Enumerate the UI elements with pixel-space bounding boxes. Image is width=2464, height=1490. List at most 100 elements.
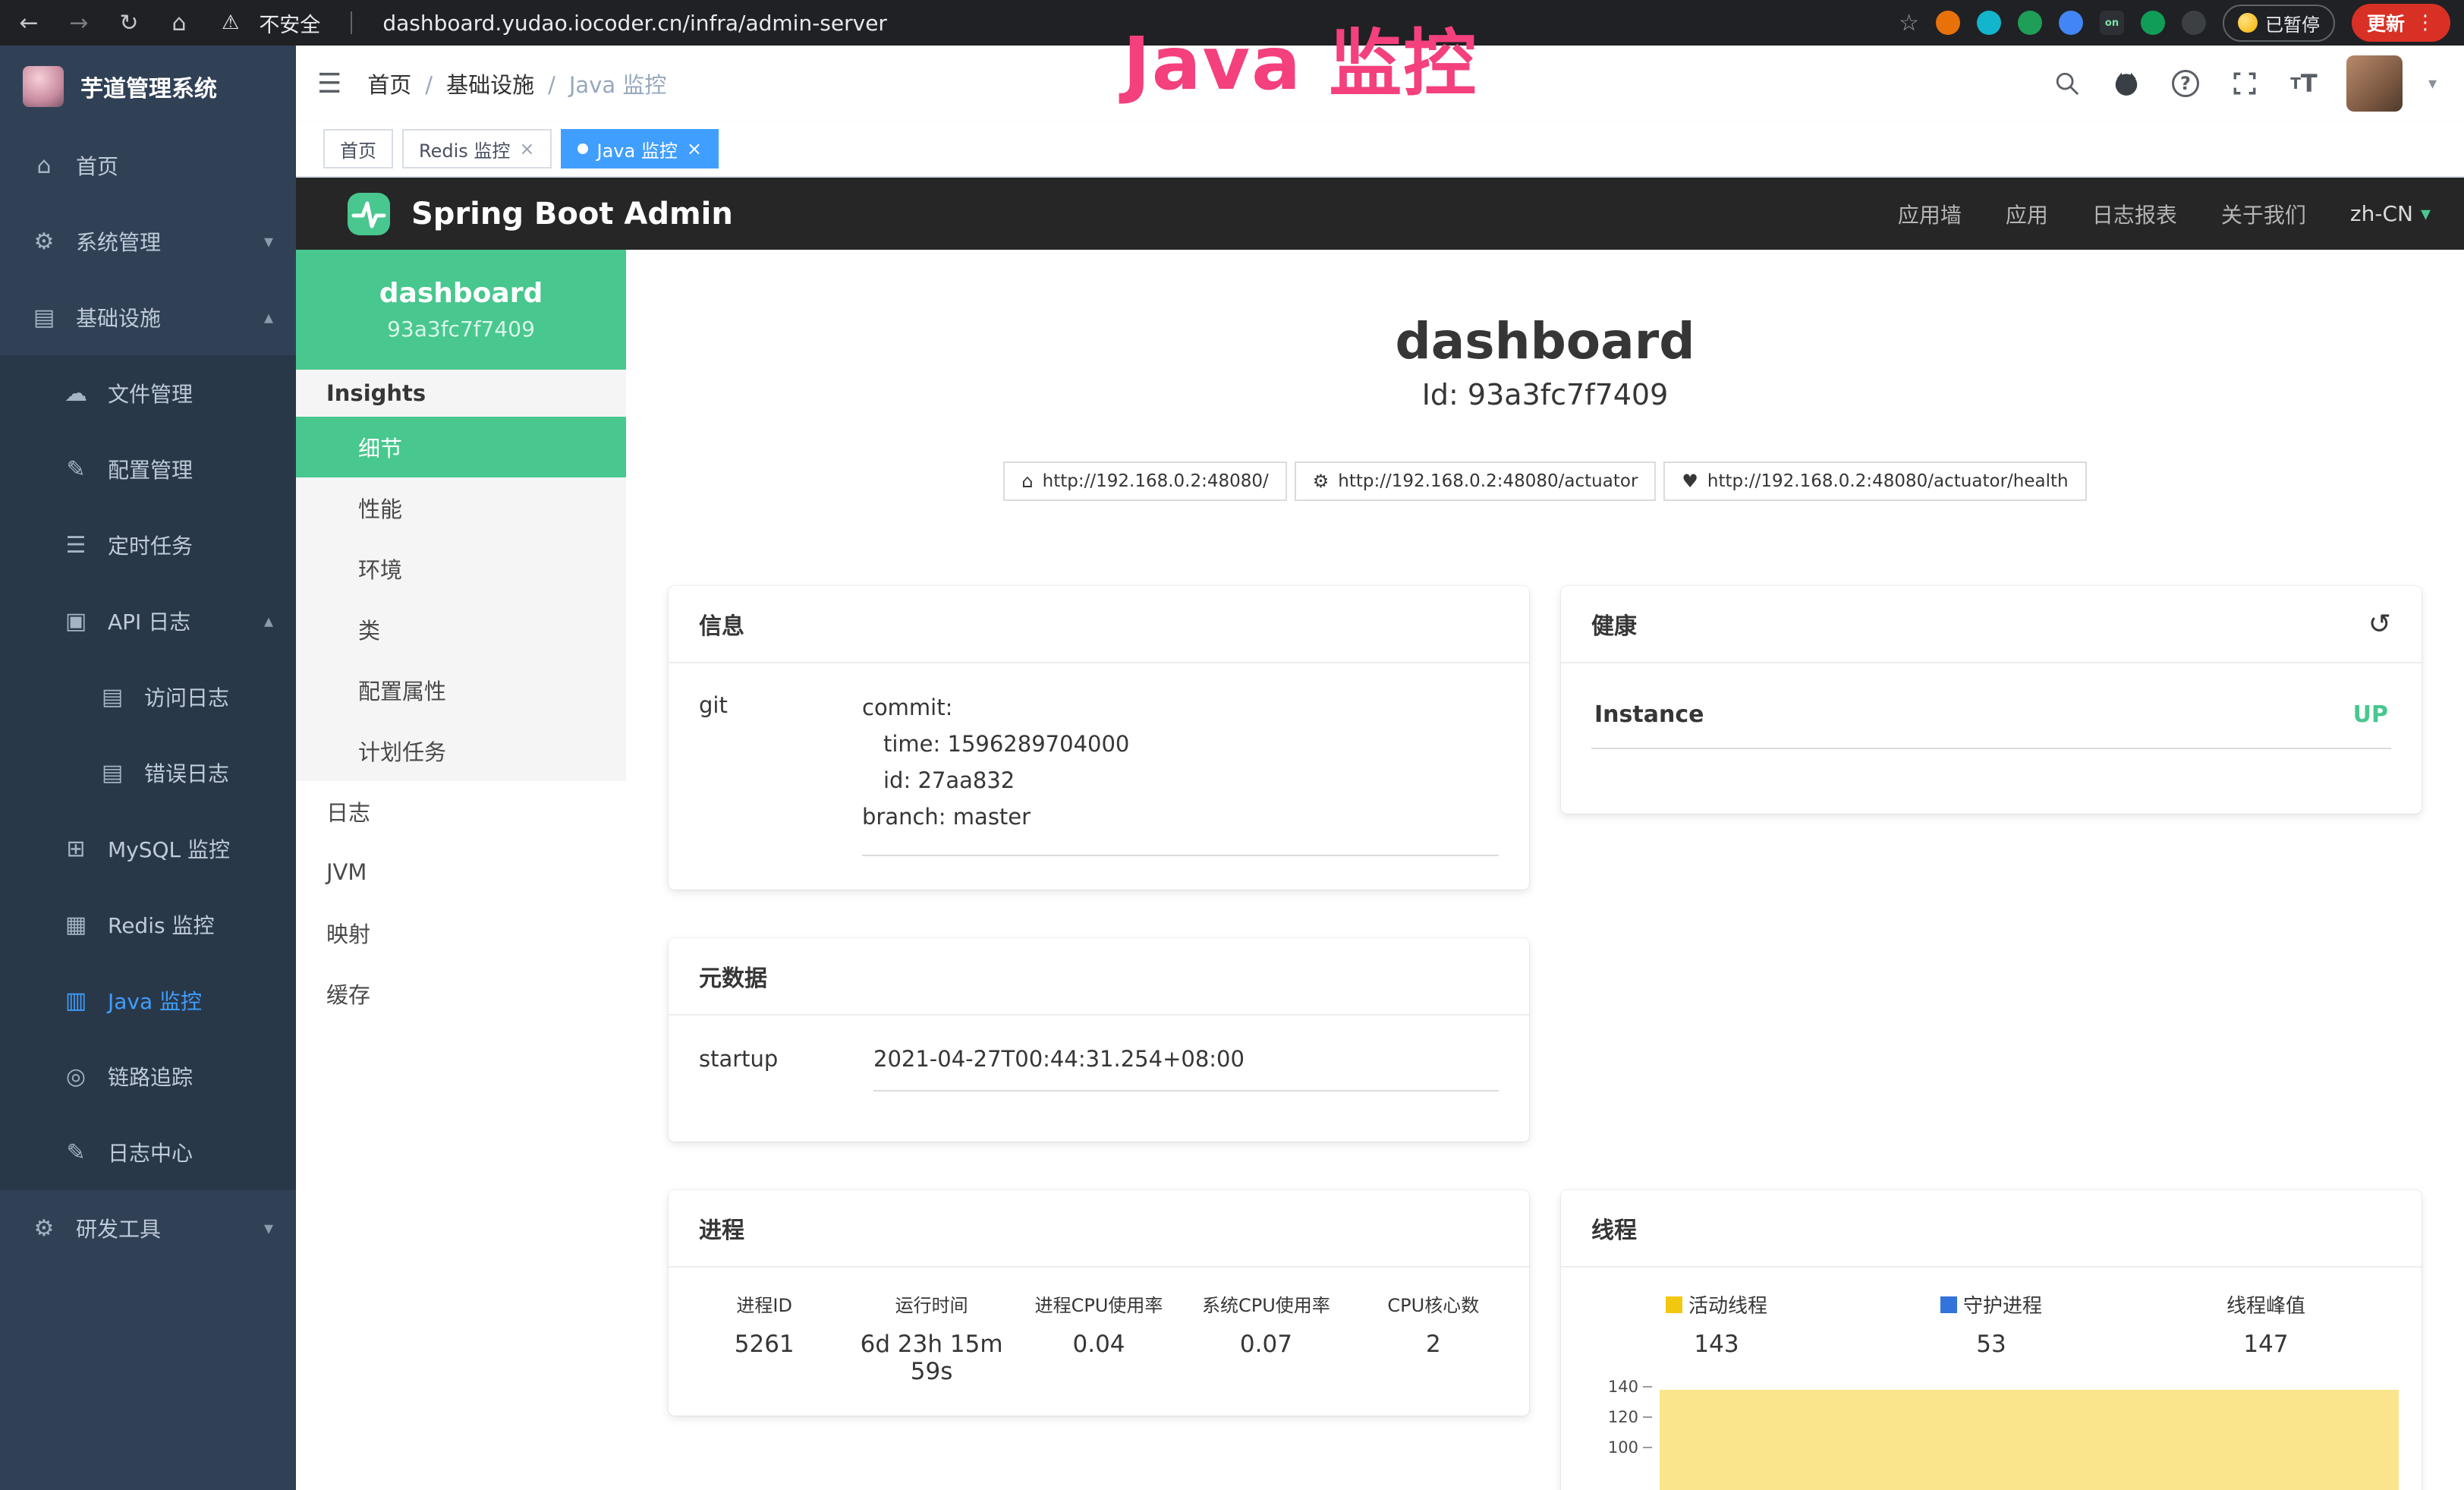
sidebar-item-access-logs[interactable]: ▤ 访问日志 (0, 659, 296, 735)
sidebar-item-tracing[interactable]: ◎ 链路追踪 (0, 1038, 296, 1114)
sidebar-item-redis-monitor[interactable]: ▦ Redis 监控 (0, 887, 296, 962)
close-icon[interactable]: × (519, 138, 534, 159)
github-icon[interactable] (2110, 67, 2143, 100)
sba-item-details[interactable]: 细节 (296, 417, 626, 477)
security-warning-icon[interactable]: ⚠ (222, 11, 239, 34)
sba-item-config-props[interactable]: 配置属性 (296, 660, 626, 720)
fullscreen-icon[interactable] (2228, 67, 2261, 100)
reload-icon[interactable]: ↻ (114, 10, 144, 36)
sba-nav-wallboard[interactable]: 应用墙 (1898, 199, 1962, 229)
actuator-url-link[interactable]: ⚙ http://192.168.0.2:48080/actuator (1295, 461, 1657, 501)
service-url-link[interactable]: ⌂ http://192.168.0.2:48080/ (1003, 461, 1286, 501)
home-icon[interactable]: ⌂ (164, 10, 194, 36)
sidebar-item-file-manage[interactable]: ☁ 文件管理 (0, 355, 296, 431)
security-label[interactable]: 不安全 (259, 8, 320, 38)
sidebar-item-scheduled-jobs[interactable]: ☰ 定时任务 (0, 507, 296, 583)
edit-icon: ✎ (62, 456, 90, 483)
breadcrumb-home[interactable]: 首页 (367, 68, 433, 99)
process-card: 进程 进程ID 5261 运行时间 6d 23h 15m 59s (669, 1190, 1529, 1416)
infrastructure-submenu: ☁ 文件管理 ✎ 配置管理 ☰ 定时任务 ▣ API 日志 ▴ ▤ 访问日志 ▤ (0, 355, 296, 1190)
sidebar-item-infrastructure[interactable]: ▤ 基础设施 ▴ (0, 279, 296, 355)
logo-row[interactable]: 芋道管理系统 (0, 46, 296, 128)
browser-update-button[interactable]: 更新 ⋮ (2352, 4, 2450, 42)
extension-icon-6[interactable] (2141, 11, 2165, 35)
document-icon: ▤ (99, 684, 126, 710)
tab-java-monitor[interactable]: Java 监控 × (561, 129, 719, 169)
process-metric: CPU核心数 2 (1350, 1290, 1517, 1385)
legend-daemon-threads: 守护进程 53 (1854, 1290, 2129, 1358)
breadcrumb: 首页 基础设施 Java 监控 (367, 68, 666, 99)
breadcrumb-infrastructure[interactable]: 基础设施 (446, 68, 555, 99)
sidebar-item-java-monitor[interactable]: ▥ Java 监控 (0, 962, 296, 1038)
sba-body: dashboard 93a3fc7f7409 Insights 细节 性能 环境… (296, 250, 2464, 1490)
chrome-right: ☆ on 已暂停 更新 ⋮ (1899, 4, 2450, 42)
paused-badge[interactable]: 已暂停 (2223, 5, 2335, 42)
sba-language-select[interactable]: zh-CN ▾ (2350, 201, 2431, 226)
extension-icon-3[interactable] (2018, 11, 2042, 35)
tab-redis-monitor[interactable]: Redis 监控 × (402, 129, 552, 169)
close-icon[interactable]: × (687, 138, 702, 159)
sba-nav-applications[interactable]: 应用 (2006, 199, 2048, 229)
list-icon: ☰ (62, 532, 90, 559)
chevron-down-icon: ▾ (264, 1218, 273, 1239)
text-size-icon[interactable]: TT (2287, 67, 2321, 100)
help-icon[interactable]: ? (2169, 67, 2202, 100)
page-subtitle: Id: 93a3fc7f7409 (669, 378, 2422, 411)
status-badge: UP (2353, 701, 2388, 728)
extension-icon-2[interactable] (1977, 11, 2001, 35)
history-icon[interactable]: ↺ (2368, 609, 2391, 640)
sidebar-item-system[interactable]: ⚙ 系统管理 ▾ (0, 203, 296, 279)
sidebar-item-config-manage[interactable]: ✎ 配置管理 (0, 431, 296, 507)
sba-nav-journal[interactable]: 日志报表 (2092, 199, 2177, 229)
hamburger-icon[interactable]: ☰ (317, 68, 341, 99)
chevron-down-icon: ▾ (264, 231, 273, 252)
user-avatar[interactable] (2346, 55, 2403, 112)
extension-icon-1[interactable] (1936, 11, 1960, 35)
sidebar-item-home[interactable]: ⌂ 首页 (0, 128, 296, 203)
legend-live-threads: 活动线程 143 (1579, 1290, 1854, 1358)
blue-swatch-icon (1940, 1296, 1957, 1313)
avatar-caret-icon[interactable]: ▾ (2428, 74, 2437, 93)
sidebar-item-api-logs[interactable]: ▣ API 日志 ▴ (0, 583, 296, 659)
sidebar-item-log-center[interactable]: ✎ 日志中心 (0, 1114, 296, 1190)
logo-image (23, 66, 64, 107)
health-url-link[interactable]: ♥ http://192.168.0.2:48080/actuator/heal… (1663, 461, 2086, 501)
main-column: ☰ 首页 基础设施 Java 监控 ? TT (296, 46, 2464, 1490)
heart-icon: ♥ (1682, 471, 1698, 492)
wrench-icon: ⚙ (1313, 471, 1330, 492)
sba-item-mappings[interactable]: 映射 (296, 903, 626, 963)
sba-item-environment[interactable]: 环境 (296, 538, 626, 599)
y-axis-tick: 120 (1608, 1408, 1652, 1426)
health-instance-row[interactable]: Instance UP (1591, 694, 2391, 749)
sba-item-jvm[interactable]: JVM (296, 842, 626, 903)
eye-icon: ◎ (62, 1063, 90, 1090)
dashboard-icon: ⌂ (30, 153, 58, 179)
extension-icon-7[interactable] (2182, 11, 2206, 35)
forward-icon[interactable]: → (64, 10, 94, 36)
sba-brand[interactable]: Spring Boot Admin (345, 190, 733, 238)
tab-home[interactable]: 首页 (323, 129, 393, 169)
extension-icon-4[interactable] (2059, 11, 2083, 35)
sba-item-caches[interactable]: 缓存 (296, 963, 626, 1024)
insights-section: Insights 细节 性能 环境 类 配置属性 计划任务 (296, 370, 626, 781)
sba-item-scheduled-tasks[interactable]: 计划任务 (296, 720, 626, 781)
sba-brand-title: Spring Boot Admin (411, 197, 733, 232)
sidebar-item-mysql-monitor[interactable]: ⊞ MySQL 监控 (0, 811, 296, 887)
emoji-face-icon (2238, 13, 2258, 33)
sba-item-classes[interactable]: 类 (296, 599, 626, 660)
info-key: git (699, 689, 862, 856)
sba-item-metrics[interactable]: 性能 (296, 477, 626, 538)
back-icon[interactable]: ← (14, 10, 44, 36)
search-icon[interactable] (2050, 67, 2084, 100)
sba-instance-header[interactable]: dashboard 93a3fc7f7409 (296, 250, 626, 370)
page-title: dashboard (669, 312, 2422, 370)
sidebar-item-dev-tools[interactable]: ⚙ 研发工具 ▾ (0, 1190, 296, 1266)
process-metric: 运行时间 6d 23h 15m 59s (848, 1290, 1015, 1385)
sidebar-item-error-logs[interactable]: ▤ 错误日志 (0, 735, 296, 811)
sba-item-logs[interactable]: 日志 (296, 781, 626, 842)
sba-nav-about[interactable]: 关于我们 (2221, 199, 2306, 229)
bookmark-star-icon[interactable]: ☆ (1899, 10, 1919, 36)
extension-icon-5[interactable]: on (2100, 11, 2124, 35)
address-bar[interactable]: dashboard.yudao.iocoder.cn/infra/admin-s… (382, 11, 887, 36)
annotation-java-monitor: Java 监控 (1123, 5, 1477, 110)
